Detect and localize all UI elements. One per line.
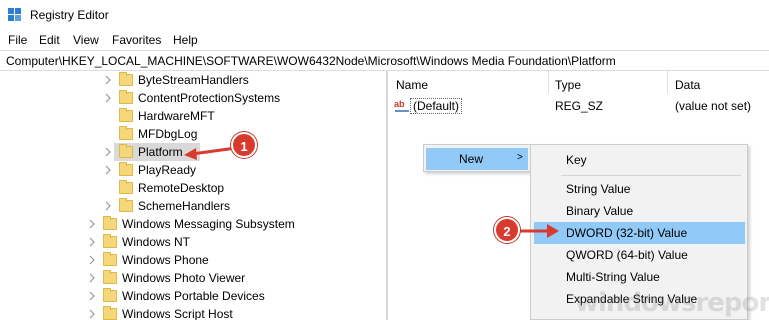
value-row[interactable]: ab (Default) REG_SZ (value not set) [388,97,769,115]
value-data: (value not set) [675,99,752,113]
column-header-type[interactable]: Type [555,78,581,92]
menu-separator [561,175,741,176]
tree-item-label: Windows Portable Devices [122,289,265,303]
submenu-item-label: Binary Value [566,204,634,218]
tree-item-label: ContentProtectionSystems [138,91,281,105]
folder-icon [119,180,133,194]
context-menu-item-label: New [459,152,484,166]
chevron-right-icon[interactable] [88,254,96,266]
menu-bar: File Edit View Favorites Help [0,30,769,50]
tree-item-label: Windows Script Host [122,307,233,320]
key-tree[interactable]: ByteStreamHandlers ContentProtectionSyst… [0,71,386,320]
tree-item-windows-nt[interactable]: Windows NT [0,233,386,251]
submenu-item-binary-value[interactable]: Binary Value [531,200,747,222]
folder-icon [119,90,133,104]
folder-icon [119,72,133,86]
tree-item-label: MFDbgLog [138,127,198,141]
submenu-item-string-value[interactable]: String Value [531,178,747,200]
registry-editor-icon [8,8,22,22]
tree-item-label: Platform [138,145,183,159]
tree-item-windows-messaging-subsystem[interactable]: Windows Messaging Subsystem [0,215,386,233]
chevron-right-icon[interactable] [88,308,96,320]
chevron-right-icon[interactable] [88,236,96,248]
title-bar: Registry Editor [0,0,769,30]
chevron-right-icon[interactable] [104,74,112,86]
chevron-right-icon[interactable] [104,146,112,158]
column-header-name[interactable]: Name [396,78,428,92]
address-bar[interactable]: Computer\HKEY_LOCAL_MACHINE\SOFTWARE\WOW… [0,50,769,71]
folder-icon [119,108,133,122]
submenu-item-label: Key [566,153,587,167]
folder-icon [119,144,133,158]
tree-item-bytestreamhandlers[interactable]: ByteStreamHandlers [0,71,386,89]
folder-icon [103,306,117,320]
tree-item-label: ByteStreamHandlers [138,73,249,87]
annotation-arrow-2 [515,224,559,238]
tree-item-schemehandlers[interactable]: SchemeHandlers [0,197,386,215]
menu-favorites[interactable]: Favorites [112,33,161,47]
tree-item-windows-phone[interactable]: Windows Phone [0,251,386,269]
tree-item-label: HardwareMFT [138,109,215,123]
chevron-right-icon[interactable] [104,164,112,176]
tree-item-hardwaremft[interactable]: HardwareMFT [0,107,386,125]
tree-item-label: SchemeHandlers [138,199,231,213]
folder-icon [119,162,133,176]
folder-icon [103,234,117,248]
tree-item-label: Windows Messaging Subsystem [122,217,295,231]
menu-view[interactable]: View [73,33,99,47]
folder-icon [119,198,133,212]
chevron-right-icon[interactable] [88,290,96,302]
submenu-item-key[interactable]: Key [531,149,747,171]
column-header-data[interactable]: Data [675,78,700,92]
submenu-item-dword-value[interactable]: DWORD (32-bit) Value [531,222,747,244]
chevron-right-icon[interactable] [104,200,112,212]
column-divider[interactable] [667,71,668,93]
context-menu: New > [423,144,531,172]
menu-help[interactable]: Help [173,33,198,47]
menu-edit[interactable]: Edit [39,33,60,47]
address-path[interactable]: Computer\HKEY_LOCAL_MACHINE\SOFTWARE\WOW… [6,54,616,68]
callout-badge-1: 1 [231,132,257,158]
window-title: Registry Editor [30,8,109,22]
submenu-item-qword-value[interactable]: QWORD (64-bit) Value [531,244,747,266]
tree-item-remotedesktop[interactable]: RemoteDesktop [0,179,386,197]
submenu-item-label: String Value [566,182,631,196]
tree-item-windows-photo-viewer[interactable]: Windows Photo Viewer [0,269,386,287]
chevron-right-icon[interactable] [104,92,112,104]
callout-badge-2: 2 [494,217,520,243]
chevron-right-icon[interactable] [88,272,96,284]
string-value-icon: ab [394,99,410,113]
submenu-item-label: DWORD (32-bit) Value [566,226,688,240]
tree-item-label: Windows NT [122,235,191,249]
folder-icon [103,252,117,266]
submenu-item-multi-string-value[interactable]: Multi-String Value [531,266,747,288]
tree-item-label: Windows Phone [122,253,209,267]
tree-item-label: Windows Photo Viewer [122,271,246,285]
value-name: (Default) [410,98,463,114]
tree-item-label: RemoteDesktop [138,181,225,195]
folder-icon [103,288,117,302]
chevron-right-icon[interactable] [88,218,96,230]
submenu-item-label: Multi-String Value [566,270,660,284]
submenu-item-label: QWORD (64-bit) Value [566,248,688,262]
chevron-right-icon: > [517,152,523,163]
tree-item-contentprotectionsystems[interactable]: ContentProtectionSystems [0,89,386,107]
menu-file[interactable]: File [8,33,27,47]
column-divider[interactable] [548,71,549,93]
watermark: windowsreport [575,288,769,318]
folder-icon [119,126,133,140]
folder-icon [103,216,117,230]
folder-icon [103,270,117,284]
value-type: REG_SZ [555,99,604,113]
tree-item-windows-script-host[interactable]: Windows Script Host [0,305,386,320]
context-menu-item-new[interactable]: New > [426,148,528,170]
tree-item-windows-portable-devices[interactable]: Windows Portable Devices [0,287,386,305]
